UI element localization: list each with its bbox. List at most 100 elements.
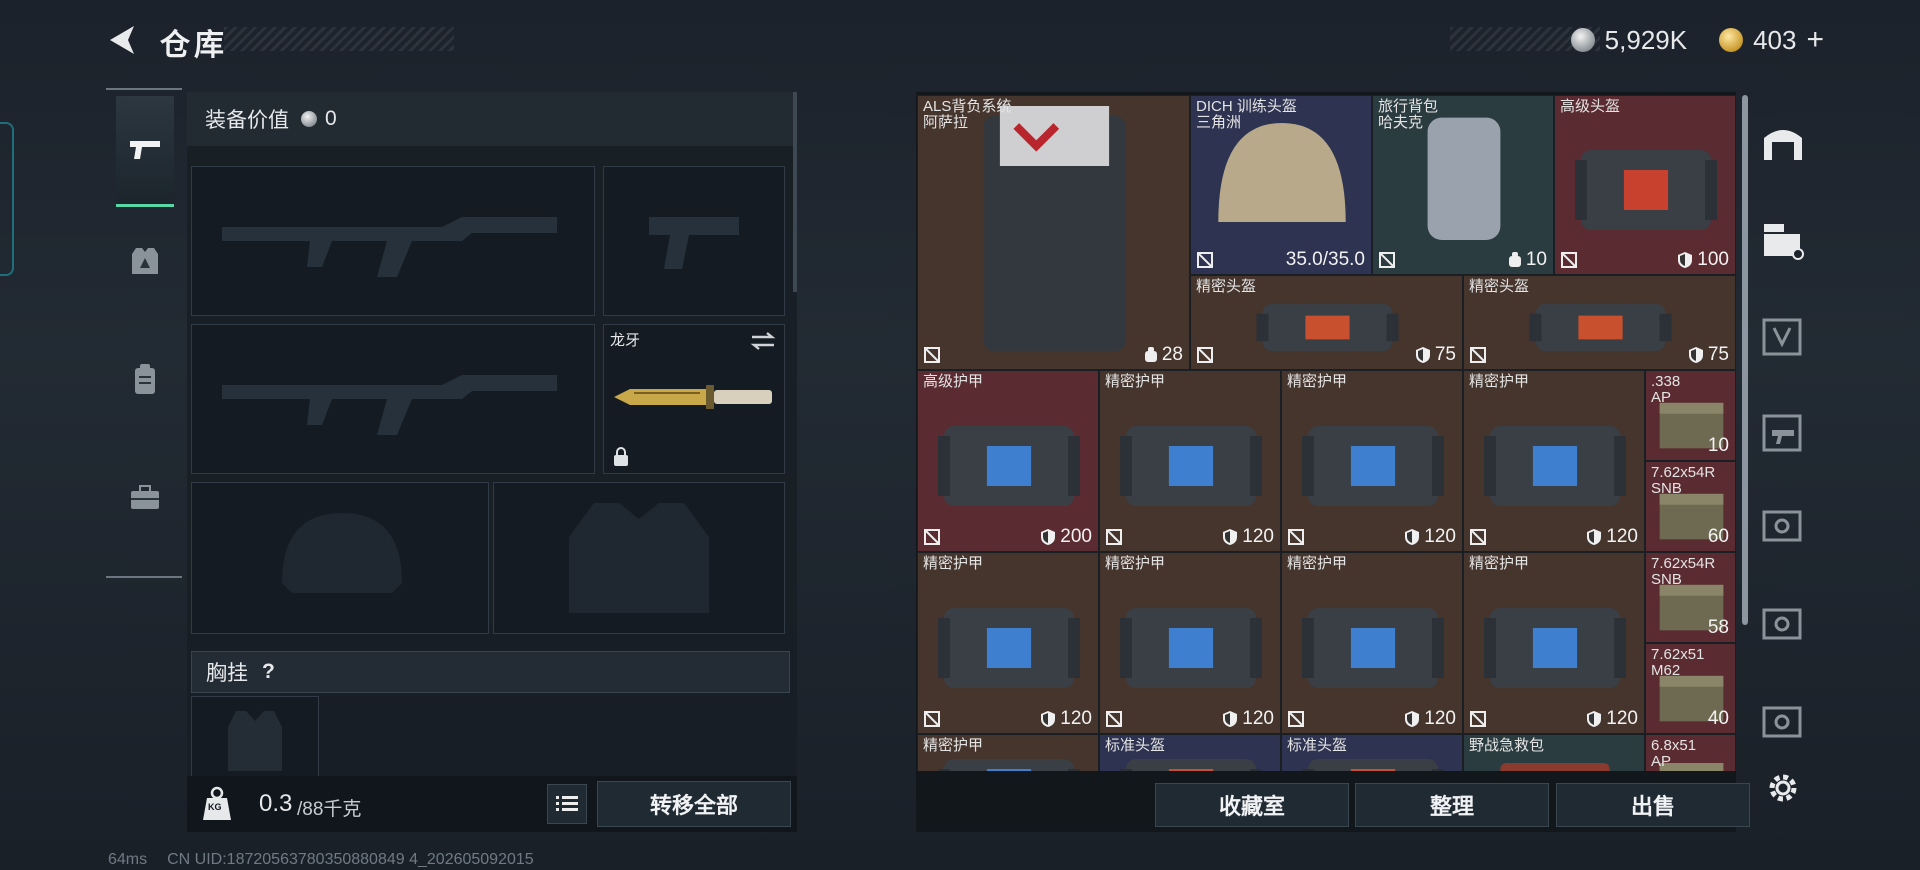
storage-item[interactable]: 精密护甲 120 <box>1281 552 1463 734</box>
armor-storage-tab-icon[interactable] <box>1760 314 1806 360</box>
storage-item[interactable]: 精密护甲 120 <box>917 552 1099 734</box>
item-name: ALS背负系统 阿萨拉 <box>923 98 1012 131</box>
item-name: 精密护甲 <box>1469 555 1530 572</box>
not-tradeable-icon <box>1379 252 1395 268</box>
armor-shield-icon <box>1415 347 1430 363</box>
warehouse-tab-icon[interactable] <box>1760 120 1806 166</box>
item-value: 60 <box>1708 526 1729 548</box>
not-tradeable-icon <box>1197 252 1213 268</box>
helmet-slot[interactable] <box>191 482 489 634</box>
loadout-scrollbar[interactable] <box>793 92 797 292</box>
item-value: 120 <box>1040 708 1092 730</box>
capacity-icon <box>1144 347 1157 362</box>
body-armor-slot[interactable] <box>493 482 785 634</box>
storage-item[interactable]: 野战急救包 <box>1463 734 1645 771</box>
sort-button[interactable]: 整理 <box>1355 783 1549 827</box>
page-title: 仓库 <box>160 29 228 62</box>
armor-case-image <box>1120 608 1262 688</box>
item-value-text: 28 <box>1161 344 1183 365</box>
add-currency-button[interactable]: + <box>1806 23 1824 57</box>
weight-icon-label: KG <box>208 802 222 812</box>
storage-item[interactable]: 标准头盔 <box>1099 734 1281 771</box>
list-view-button[interactable] <box>547 784 587 824</box>
uid-readout: CN UID:18720563780350880849 4_2026050920… <box>167 851 534 868</box>
currency-bar: 5,929K 403 + <box>1570 22 1824 58</box>
storage-item[interactable]: DICH 训练头盔 三角洲 35.0/35.0 <box>1190 95 1372 275</box>
storage-item[interactable]: 7.62x54R SNB 58 <box>1645 552 1736 643</box>
armor-shield-icon <box>1587 711 1602 727</box>
tab-case[interactable] <box>116 444 174 552</box>
storage-item[interactable]: ALS背负系统 阿萨拉 28 <box>917 95 1190 370</box>
tab-weapons[interactable] <box>116 96 174 207</box>
gold-coin-icon <box>1719 28 1744 52</box>
item-name: 7.62x54R SNB <box>1651 555 1716 588</box>
item-value: 200 <box>1040 526 1092 548</box>
armor-case-image <box>1302 608 1444 688</box>
secondary-weapon-slot[interactable] <box>191 324 595 474</box>
armor-shield-icon <box>1405 711 1420 727</box>
sidearm-slot[interactable] <box>603 166 785 316</box>
collection-room-button[interactable]: 收藏室 <box>1155 783 1349 827</box>
sell-button[interactable]: 出售 <box>1556 783 1750 827</box>
item-value: 10 <box>1508 249 1547 271</box>
swap-icon[interactable] <box>750 331 776 351</box>
silver-balance: 5,929K <box>1604 24 1688 55</box>
item-name: 精密头盔 <box>1196 278 1257 295</box>
loadout-tab-column <box>106 88 182 578</box>
item-value-text: 35.0/35.0 <box>1285 249 1365 270</box>
storage-item[interactable]: 旅行背包 哈夫克 10 <box>1372 95 1554 275</box>
storage-box-tab-icon[interactable] <box>1760 218 1806 264</box>
item-value-text: 60 <box>1707 526 1729 547</box>
storage-item[interactable]: 高级护甲 200 <box>917 370 1099 552</box>
storage-item[interactable]: 6.8x51 AP <box>1645 734 1736 771</box>
armor-shield-icon <box>1405 529 1420 545</box>
equip-value-label: 装备价值 <box>205 109 289 132</box>
armor-case-image <box>1120 426 1262 506</box>
item-name: 标准头盔 <box>1287 737 1348 754</box>
pistol-silhouette-icon <box>649 217 739 269</box>
special-storage-3-tab-icon[interactable] <box>1760 698 1806 744</box>
not-tradeable-icon <box>924 529 940 545</box>
special-storage-1-tab-icon[interactable] <box>1760 502 1806 548</box>
tab-backpack[interactable] <box>116 326 174 434</box>
weight-capacity: /88千克 <box>297 799 362 820</box>
ping-readout: 64ms <box>108 851 148 868</box>
storage-item[interactable]: 精密头盔 75 <box>1463 275 1736 370</box>
storage-item[interactable]: 7.62x51 M62 40 <box>1645 643 1736 734</box>
storage-item[interactable]: 高级头盔 100 <box>1554 95 1736 275</box>
storage-scrollbar[interactable] <box>1742 95 1748 625</box>
storage-item[interactable]: 精密护甲 120 <box>1099 552 1281 734</box>
melee-item-name: 龙牙 <box>610 332 641 349</box>
item-value-text: 120 <box>1424 708 1456 729</box>
chest-rig-slot[interactable] <box>191 696 319 778</box>
item-name: 野战急救包 <box>1469 737 1545 754</box>
knife-item-image <box>614 385 772 409</box>
storage-item[interactable]: .338 AP 10 <box>1645 370 1736 461</box>
backpack-image <box>983 106 1126 351</box>
settings-gear-icon[interactable] <box>1765 770 1801 806</box>
not-tradeable-icon <box>1288 711 1304 727</box>
back-arrow-icon[interactable] <box>104 22 142 58</box>
side-edge-tab[interactable] <box>0 122 14 276</box>
storage-item[interactable]: 精密头盔 75 <box>1190 275 1463 370</box>
storage-item[interactable]: 标准头盔 <box>1281 734 1463 771</box>
storage-item[interactable]: 精密护甲 <box>917 734 1099 771</box>
armor-shield-icon <box>1041 529 1056 545</box>
storage-item[interactable]: 7.62x54R SNB 60 <box>1645 461 1736 552</box>
item-name: 精密头盔 <box>1469 278 1530 295</box>
melee-slot[interactable]: 龙牙 <box>603 324 785 474</box>
storage-item[interactable]: 精密护甲 120 <box>1463 552 1645 734</box>
storage-item[interactable]: 精密护甲 120 <box>1281 370 1463 552</box>
primary-weapon-slot[interactable] <box>191 166 595 316</box>
weapon-storage-tab-icon[interactable] <box>1760 410 1806 456</box>
help-icon[interactable]: ? <box>262 660 275 684</box>
item-value-text: 75 <box>1707 344 1729 365</box>
storage-item[interactable]: 精密护甲 120 <box>1099 370 1281 552</box>
special-storage-2-tab-icon[interactable] <box>1760 600 1806 646</box>
armor-shield-icon <box>1223 529 1238 545</box>
loadout-panel: 装备价值 0 龙牙 胸挂 ? <box>187 92 797 832</box>
storage-item[interactable]: 精密护甲 120 <box>1463 370 1645 552</box>
item-value-text: 120 <box>1242 708 1274 729</box>
tab-armor[interactable] <box>116 208 174 316</box>
transfer-all-button[interactable]: 转移全部 <box>597 781 791 827</box>
